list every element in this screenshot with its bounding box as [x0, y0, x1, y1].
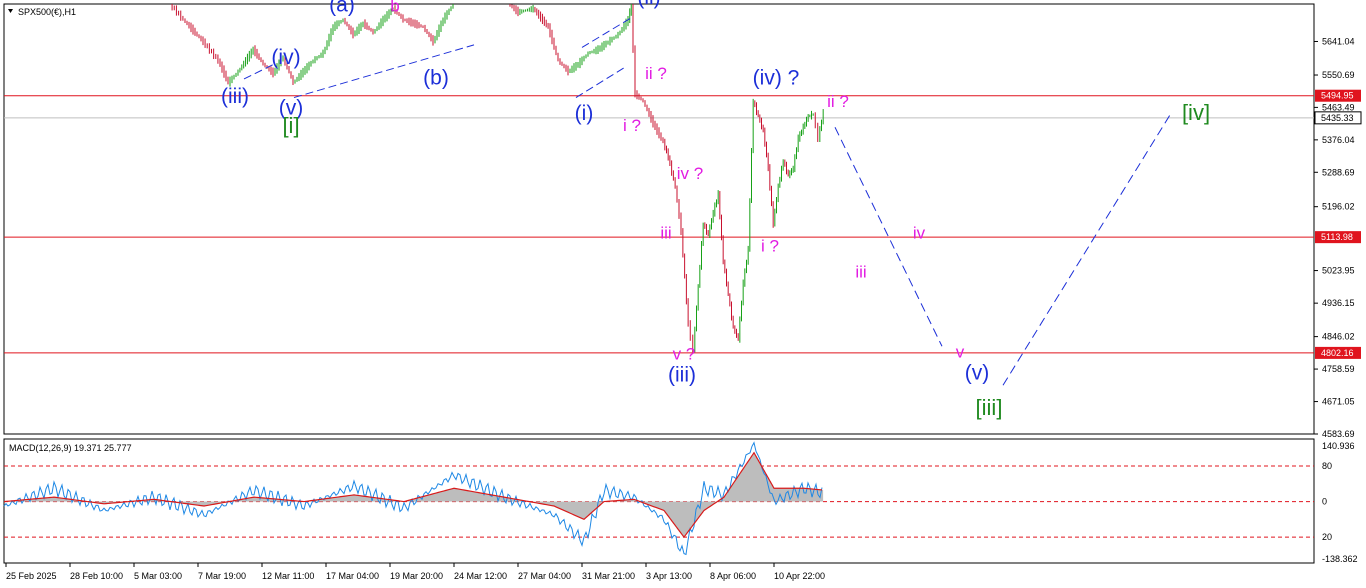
- time-tick-label: 3 Apr 13:00: [646, 571, 692, 581]
- wave-label: (iv) ?: [753, 67, 800, 90]
- price-tick-label: 5641.04: [1322, 36, 1355, 46]
- level-price-label: 5113.98: [1321, 232, 1353, 242]
- wave-label: v ?: [673, 344, 696, 363]
- macd-axis: 140.936 80 0 20 -138.362: [1322, 441, 1358, 564]
- wave-label: ii ?: [645, 64, 667, 83]
- wave-label: [iv]: [1182, 100, 1210, 125]
- wave-label: (a): [329, 0, 355, 16]
- wave-label: iv ?: [677, 164, 703, 183]
- wave-label: [i]: [282, 113, 299, 138]
- macd-tick-label: -138.362: [1322, 554, 1358, 564]
- price-tick-label: 5463.49: [1322, 102, 1355, 112]
- macd-tick-label: 20: [1322, 532, 1332, 542]
- price-tick-label: 4846.02: [1322, 332, 1355, 342]
- macd-tick-label: 140.936: [1322, 441, 1355, 451]
- price-tick-label: 4583.69: [1322, 429, 1355, 439]
- time-tick-label: 19 Mar 20:00: [390, 571, 443, 581]
- time-tick-label: 24 Mar 12:00: [454, 571, 507, 581]
- price-tick-label: 4758.59: [1322, 364, 1355, 374]
- wave-label: (ii): [637, 0, 660, 9]
- price-tick-label: 5196.02: [1322, 202, 1355, 212]
- wave-label: ii ?: [827, 92, 849, 111]
- wave-label: (i): [575, 102, 594, 125]
- time-tick-label: 28 Feb 10:00: [70, 571, 123, 581]
- price-tick-label: 5550.69: [1322, 70, 1355, 80]
- time-tick-label: 8 Apr 06:00: [710, 571, 756, 581]
- wave-label: [iii]: [976, 395, 1003, 420]
- wave-label: (iii): [668, 364, 696, 387]
- symbol-title: SPX500(€),H1: [18, 7, 76, 17]
- price-tick-label: 5023.95: [1322, 266, 1355, 276]
- wave-label: iv: [913, 224, 926, 243]
- macd-panel[interactable]: MACD(12,26,9) 19.371 25.777: [3, 438, 1315, 564]
- current-price-label: 5435.33: [1321, 113, 1354, 123]
- wave-label: iii: [855, 263, 866, 282]
- wave-label: i ?: [623, 116, 641, 135]
- time-axis: 25 Feb 2025 28 Feb 10:00 5 Mar 03:00 7 Mar …: [5, 563, 825, 581]
- time-tick-label: 7 Mar 19:00: [198, 571, 246, 581]
- wave-label: (iii): [221, 85, 249, 108]
- wave-label: b: [390, 0, 399, 15]
- time-tick-label: 12 Mar 11:00: [262, 571, 314, 581]
- price-panel[interactable]: (a) b (iv) (iii) (v) [i] (b) (ii) (i) ii ? i ? (iv)…: [3, 0, 1315, 435]
- price-tick-label: 5288.69: [1322, 167, 1355, 177]
- price-tick-label: 4671.05: [1322, 397, 1355, 407]
- time-tick-label: 17 Mar 04:00: [326, 571, 379, 581]
- time-tick-label: 25 Feb 2025: [6, 571, 57, 581]
- time-tick-label: 31 Mar 21:00: [582, 571, 635, 581]
- time-tick-label: 5 Mar 03:00: [134, 571, 182, 581]
- wave-label: v: [956, 342, 965, 361]
- price-tick-label: 5376.04: [1322, 135, 1355, 145]
- price-axis: 5641.04 5550.69 5463.49 5376.04 5288.69 5196.…: [1314, 36, 1362, 439]
- macd-tick-label: 0: [1322, 497, 1327, 507]
- macd-tick-label: 80: [1322, 461, 1332, 471]
- time-tick-label: 10 Apr 22:00: [774, 571, 825, 581]
- wave-label: (b): [423, 67, 449, 90]
- chart-header[interactable]: SPX500(€),H1: [8, 7, 76, 17]
- time-tick-label: 27 Mar 04:00: [518, 571, 571, 581]
- wave-label: i ?: [761, 237, 779, 256]
- level-price-label: 5494.95: [1321, 91, 1354, 101]
- macd-title: MACD(12,26,9) 19.371 25.777: [9, 443, 132, 453]
- price-tick-label: 4936.15: [1322, 298, 1355, 308]
- wave-label: (v): [965, 362, 990, 385]
- chart-root: (a) b (iv) (iii) (v) [i] (b) (ii) (i) ii ? i ? (iv)…: [3, 0, 1362, 581]
- wave-label: iii: [660, 224, 671, 243]
- wave-label: (iv): [271, 46, 300, 69]
- macd-panel-frame: [3, 438, 1315, 564]
- level-price-label: 4802.16: [1321, 348, 1354, 358]
